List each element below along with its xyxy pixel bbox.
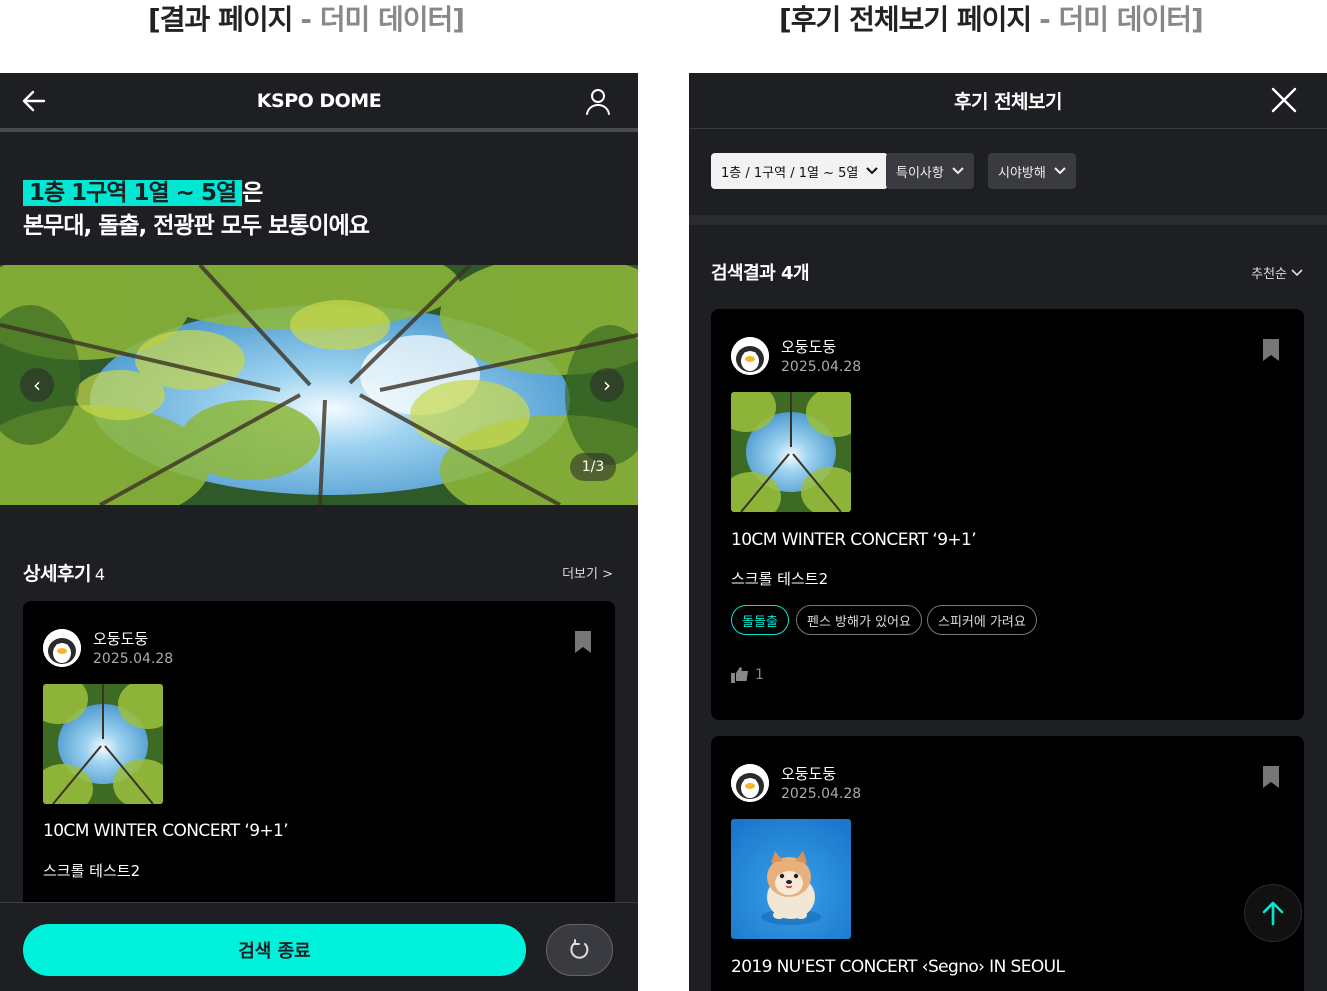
result-summary: 본무대, 돌출, 전광판 모두 보통이에요: [23, 213, 370, 239]
filter-seat[interactable]: 1층 / 1구역 / 1열 ~ 5열: [711, 153, 889, 189]
header-title: KSPO DOME: [256, 89, 382, 112]
chevron-down-icon: [1291, 268, 1303, 276]
concert-title: 2019 NU'EST CONCERT ‹Segno› IN SEOUL: [731, 957, 1065, 977]
end-search-button[interactable]: 검색 종료: [23, 924, 526, 976]
avatar: [731, 764, 769, 802]
app-header: 후기 전체보기: [689, 73, 1327, 128]
penguin-avatar-icon: [43, 629, 81, 667]
concert-title: 10CM WINTER CONCERT ‘9+1’: [731, 530, 977, 550]
thumbs-up-icon: [731, 667, 748, 683]
forest-thumbnail-image: [43, 684, 163, 804]
reset-button[interactable]: [546, 924, 613, 976]
arrow-up-icon: [1262, 901, 1284, 926]
section-divider: [689, 215, 1327, 225]
review-photo[interactable]: [43, 684, 163, 804]
review-tag: 돌돌출: [731, 605, 789, 635]
review-card[interactable]: 오둥도둥 2025.04.28 2019 NU'EST CONCERT ‹Seg…: [711, 736, 1304, 991]
arrow-left-icon[interactable]: [20, 87, 48, 115]
chevron-down-icon: [866, 167, 879, 175]
penguin-avatar-icon: [731, 337, 769, 375]
bookmark-icon[interactable]: [575, 631, 591, 653]
result-page-screen: KSPO DOME 1층 1구역 1열 ~ 5열 은 본무대, 돌출, 전광판 모…: [0, 73, 638, 991]
bookmark-icon[interactable]: [1263, 339, 1279, 361]
carousel-counter: 1/3: [570, 453, 616, 481]
more-link[interactable]: 더보기 >: [562, 563, 613, 582]
review-date: 2025.04.28: [781, 359, 862, 375]
review-photo[interactable]: [731, 392, 851, 512]
result-count: 검색결과 4개: [711, 263, 810, 284]
user-icon[interactable]: [584, 86, 612, 116]
carousel-prev-button[interactable]: ‹: [20, 368, 54, 402]
avatar: [43, 629, 81, 667]
page-label-reviews: [후기 전체보기 페이지 - 더미 데이터]: [779, 3, 1204, 36]
forest-canopy-image: [0, 265, 638, 505]
carousel-next-button[interactable]: ›: [590, 368, 624, 402]
app-header: KSPO DOME: [0, 73, 638, 128]
sort-dropdown[interactable]: 추천순: [1251, 263, 1303, 282]
close-icon[interactable]: [1271, 87, 1297, 113]
result-headline: 1층 1구역 1열 ~ 5열 은 본무대, 돌출, 전광판 모두 보통이에요: [23, 180, 370, 239]
forest-thumbnail-image: [731, 392, 851, 512]
review-date: 2025.04.28: [781, 786, 862, 802]
refresh-icon: [569, 939, 588, 959]
pomeranian-dog-image: [731, 819, 851, 939]
page-label-result: [결과 페이지 - 더미 데이터]: [148, 3, 465, 36]
filter-special[interactable]: 특이사항: [886, 153, 974, 189]
header-divider: [689, 128, 1327, 129]
bottom-action-bar: 검색 종료: [0, 902, 638, 991]
review-body: 스크롤 테스트2: [731, 570, 829, 588]
reviews-page-screen: 후기 전체보기 1층 / 1구역 / 1열 ~ 5열 특이사항 시야방해 검색결…: [689, 73, 1327, 991]
review-card[interactable]: 오둥도둥 2025.04.28 10CM WINTER CONCERT ‘9+1…: [23, 601, 615, 911]
review-count: 4: [94, 565, 105, 584]
review-date: 2025.04.28: [93, 651, 174, 667]
concert-title: 10CM WINTER CONCERT ‘9+1’: [43, 821, 289, 841]
bookmark-icon[interactable]: [1263, 766, 1279, 788]
reviewer-nickname: 오둥도둥: [781, 338, 837, 356]
review-photo[interactable]: [731, 819, 851, 939]
reviewer-nickname: 오둥도둥: [781, 765, 837, 783]
avatar: [731, 337, 769, 375]
chevron-down-icon: [1054, 167, 1066, 175]
seat-range-highlight: 1층 1구역 1열 ~ 5열: [23, 180, 243, 206]
review-tag: 펜스 방해가 있어요: [796, 605, 922, 635]
like-button[interactable]: 1: [731, 667, 764, 683]
scroll-to-top-button[interactable]: [1244, 884, 1302, 942]
penguin-avatar-icon: [731, 764, 769, 802]
reviewer-nickname: 오둥도둥: [93, 630, 149, 648]
header-progress-line: [0, 128, 638, 132]
detail-reviews-title: 상세후기 4: [23, 563, 105, 585]
review-body: 스크롤 테스트2: [43, 862, 141, 880]
filter-obstruction[interactable]: 시야방해: [988, 153, 1076, 189]
review-card[interactable]: 오둥도둥 2025.04.28 10CM WINTER CONCERT ‘9+1…: [711, 309, 1304, 720]
review-tag: 스피커에 가려요: [927, 605, 1037, 635]
photo-carousel[interactable]: ‹ › 1/3: [0, 265, 638, 505]
header-title: 후기 전체보기: [954, 91, 1063, 113]
like-count: 1: [755, 667, 764, 683]
chevron-down-icon: [952, 167, 964, 175]
